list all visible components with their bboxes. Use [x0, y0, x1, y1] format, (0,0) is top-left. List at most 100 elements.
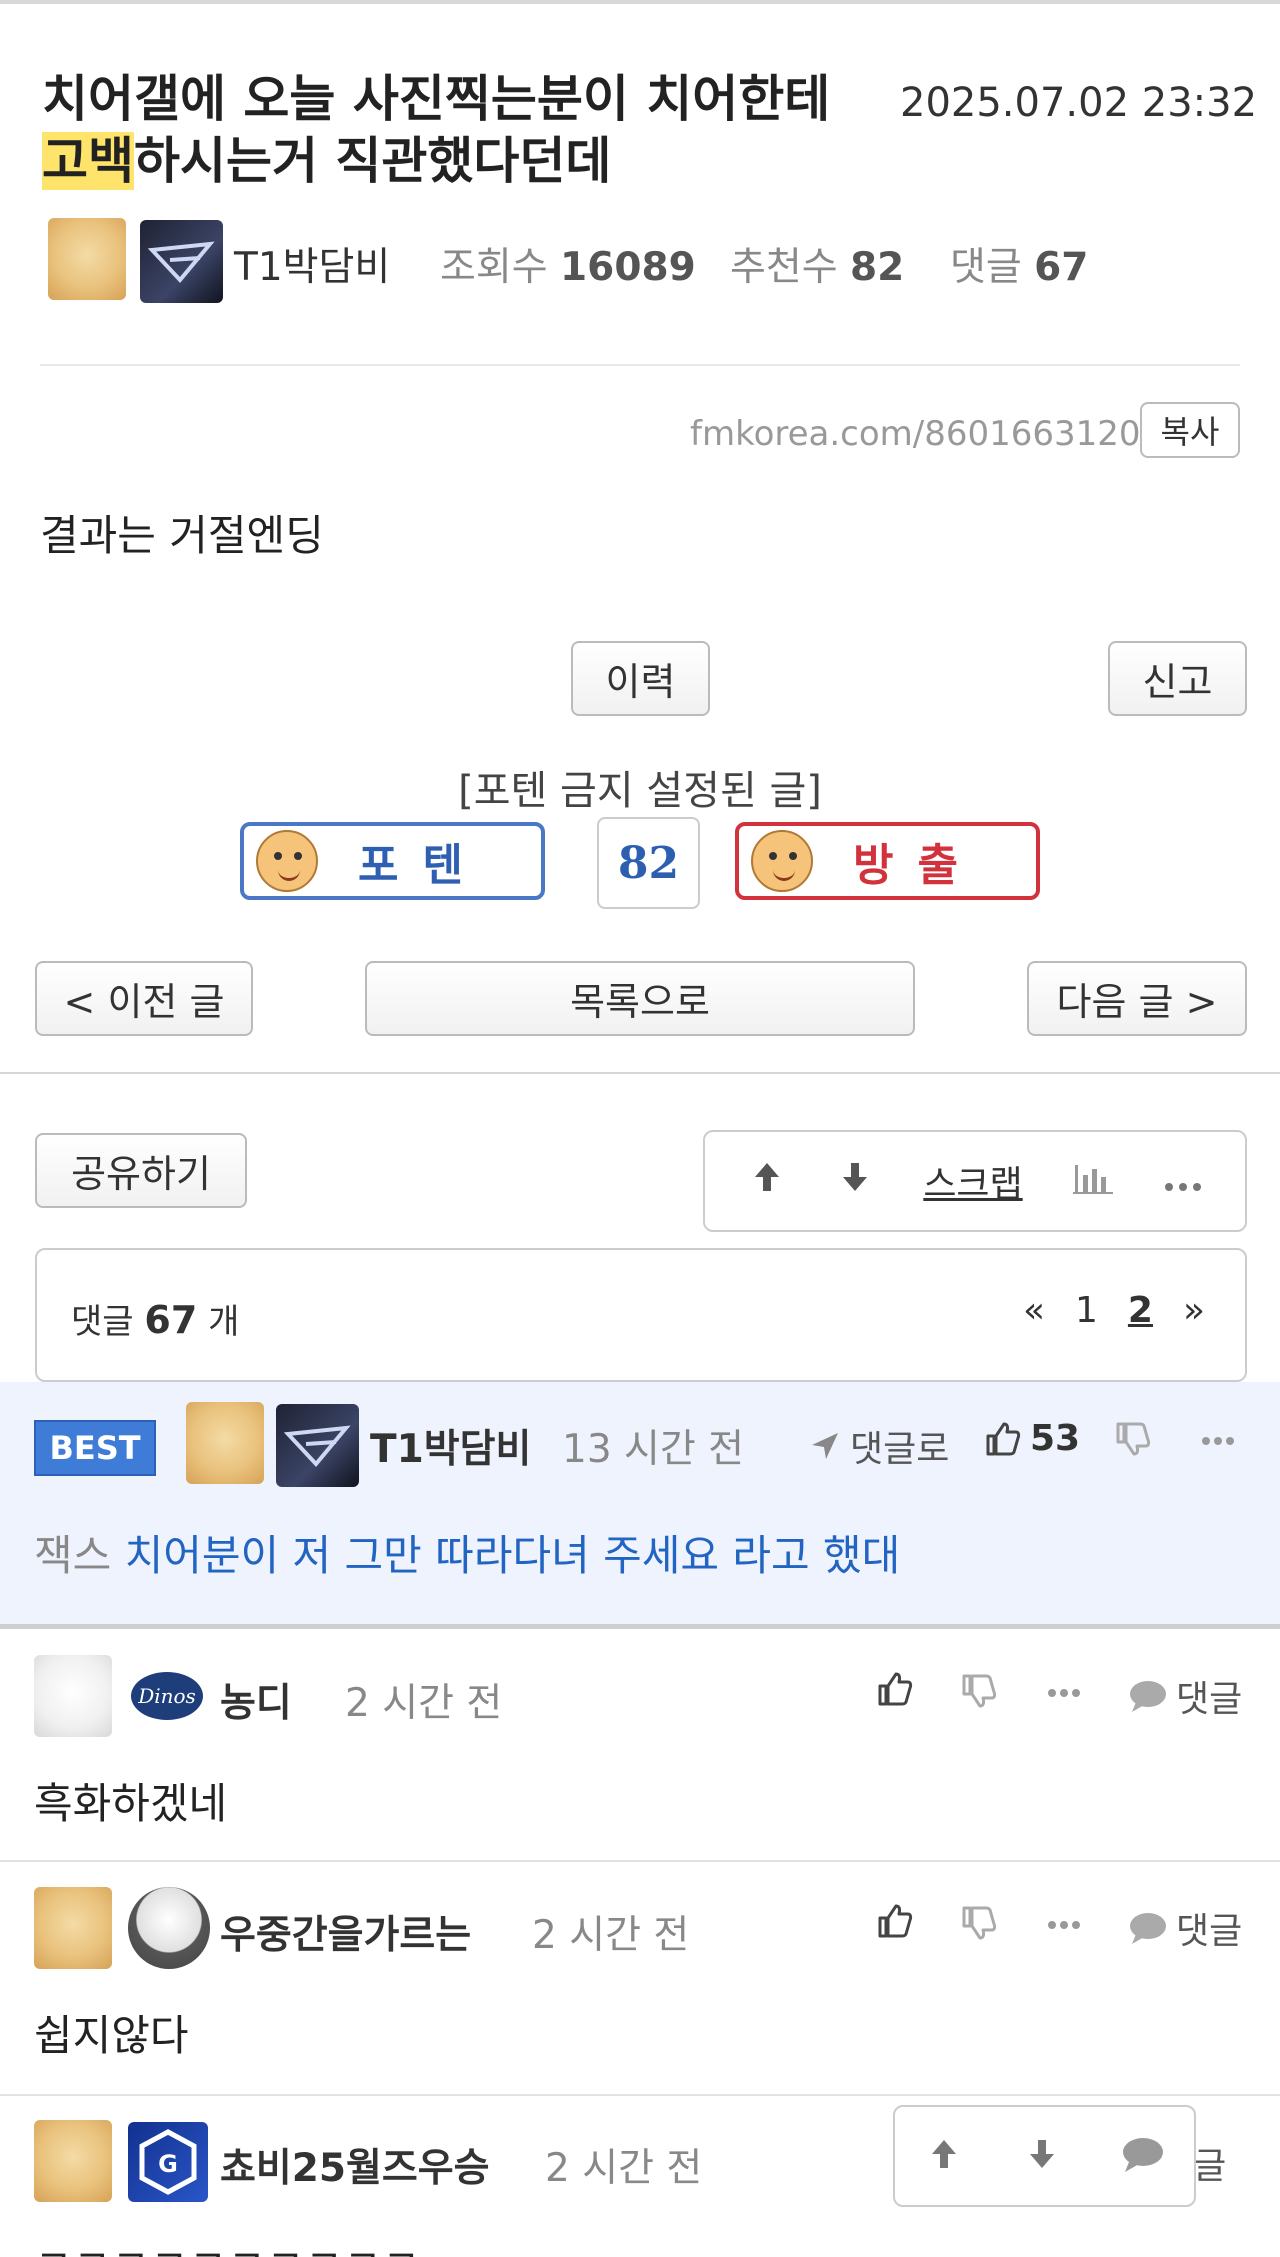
comments-label: 댓글 — [950, 245, 1022, 290]
comment-avatar[interactable] — [34, 1655, 112, 1737]
author-avatar[interactable] — [48, 218, 126, 300]
comment-time: 2 시간 전 — [545, 2146, 703, 2191]
best-badge: BEST — [34, 1420, 156, 1476]
best-divider — [0, 1624, 1280, 1629]
comment-author[interactable]: 농디 — [220, 1672, 292, 1728]
comment-time: 2 시간 전 — [345, 1681, 503, 1726]
vote-up-label: 포텐 — [358, 840, 487, 891]
best-comment-text: 잭스 치어분이 저 그만 따라다녀 주세요 라고 했대 — [34, 1522, 900, 1583]
svg-text:Dinos: Dinos — [137, 1684, 196, 1708]
best-comment-author[interactable]: T1박담비 — [370, 1418, 531, 1474]
recommend-count: 82 — [850, 245, 905, 290]
next-post-button[interactable]: 다음 글 > — [1027, 961, 1247, 1036]
comment-author[interactable]: 우중간을가르는 — [220, 1904, 471, 1960]
reply-to-comment-button[interactable]: 댓글로 — [808, 1420, 949, 1472]
list-button[interactable]: 목록으로 — [365, 961, 915, 1036]
title-line2: 하시는거 직관했다던데 — [134, 132, 612, 190]
thumbs-up-face-icon — [256, 830, 318, 892]
recommend-label: 추천수 — [730, 245, 838, 290]
team-emblem-icon — [140, 220, 223, 303]
best-comment-body: 치어분이 저 그만 따라다녀 주세요 라고 했대 — [124, 1531, 901, 1580]
speech-bubble-icon — [1130, 1681, 1166, 1712]
recommend-stat: 추천수 82 — [730, 236, 904, 292]
best-comment-time: 13 시간 전 — [562, 1427, 745, 1472]
title-highlight: 고백 — [42, 132, 134, 190]
team-emblem-icon: Dinos — [128, 1666, 206, 1726]
reply-label: 댓글로 — [850, 1429, 950, 1470]
comment-text: 흑화하겠네 — [34, 1779, 228, 1828]
more-options-icon[interactable] — [1200, 1432, 1236, 1451]
comment-time: 2 시간 전 — [532, 1913, 690, 1958]
comment-avatar[interactable] — [34, 1887, 112, 1969]
pager-last[interactable]: » — [1183, 1290, 1205, 1331]
reply-label: 댓글 — [1176, 1911, 1243, 1952]
best-like-count: 53 — [1030, 1418, 1081, 1459]
thumbs-down-face-icon — [751, 830, 813, 892]
scroll-down-icon[interactable] — [1022, 2134, 1062, 2178]
history-button[interactable]: 이력 — [571, 641, 710, 716]
reply-button[interactable]: 댓글 — [1128, 1670, 1242, 1722]
arrow-down-icon[interactable] — [835, 1157, 875, 1206]
report-button[interactable]: 신고 — [1108, 641, 1247, 716]
reply-label: 댓글 — [1176, 1679, 1243, 1720]
comment-text: ㅋㅋㅋㅋㅋㅋㅋㅋㅋㅋ — [34, 2232, 420, 2257]
more-options-icon[interactable] — [1046, 1916, 1082, 1935]
comment-author[interactable]: 쵸비25월즈우승 — [220, 2137, 490, 2193]
vote-up-button[interactable]: 포텐 — [240, 822, 545, 900]
pager-page-1[interactable]: 1 — [1075, 1290, 1098, 1331]
pager-page-2[interactable]: 2 — [1128, 1290, 1153, 1331]
best-like-button[interactable]: 53 — [984, 1418, 1080, 1459]
thumbs-down-icon[interactable] — [960, 1672, 998, 1714]
post-url[interactable]: fmkorea.com/8601663120 — [690, 414, 1141, 454]
arrow-up-icon[interactable] — [747, 1157, 787, 1206]
svg-text:G: G — [158, 2150, 178, 2178]
comment-avatar[interactable] — [34, 2120, 112, 2202]
reply-button[interactable]: 댓글 — [1128, 1902, 1242, 1954]
views-count: 16089 — [560, 245, 696, 290]
divider — [40, 364, 1240, 366]
pager-first[interactable]: « — [1023, 1290, 1045, 1331]
thumbs-down-icon[interactable] — [1114, 1420, 1152, 1462]
best-comment-avatar[interactable] — [186, 1402, 264, 1484]
comments-count: 67 — [1034, 245, 1089, 290]
vote-down-button[interactable]: 방출 — [735, 822, 1040, 900]
post-body: 결과는 거절엔딩 — [40, 511, 324, 560]
views-stat: 조회수 16089 — [440, 236, 696, 292]
vote-count: 82 — [597, 817, 700, 909]
thumbs-up-icon — [986, 1422, 1021, 1455]
potten-ban-notice: [포텐 금지 설정된 글] — [458, 768, 822, 814]
team-emblem-icon — [128, 1887, 210, 1969]
title-line1: 치어갤에 오늘 사진찍는분이 치어한테 — [42, 70, 831, 128]
send-arrow-icon — [812, 1433, 838, 1459]
scrap-button[interactable]: 스크랩 — [923, 1155, 1022, 1207]
post-toolbox: 스크랩 — [703, 1130, 1247, 1232]
speech-bubble-icon[interactable] — [1121, 2134, 1165, 2178]
scroll-up-icon[interactable] — [924, 2134, 964, 2178]
thumbs-up-icon[interactable] — [876, 1670, 914, 1712]
comment-text: 쉽지않다 — [34, 2011, 189, 2060]
comment-count-unit: 개 — [208, 1302, 240, 1342]
more-options-icon[interactable] — [1163, 1161, 1203, 1202]
vote-down-label: 방출 — [853, 840, 982, 891]
team-emblem-icon: G — [128, 2122, 208, 2202]
author-name[interactable]: T1박담비 — [234, 236, 390, 292]
best-comment-prefix: 잭스 — [34, 1531, 112, 1580]
thumbs-down-icon[interactable] — [960, 1904, 998, 1946]
thumbs-up-icon[interactable] — [876, 1902, 914, 1944]
prev-post-button[interactable]: < 이전 글 — [35, 961, 253, 1036]
top-border — [0, 0, 1280, 4]
comment-header: 댓글 67 개 « 1 2 » — [35, 1248, 1247, 1382]
stats-chart-icon[interactable] — [1071, 1157, 1115, 1206]
post-datetime: 2025.07.02 23:32 — [900, 80, 1258, 126]
comment-divider — [0, 2094, 1280, 2096]
post-title: 치어갤에 오늘 사진찍는분이 치어한테 고백하시는거 직관했다던데 — [42, 68, 892, 192]
copy-url-button[interactable]: 복사 — [1140, 402, 1240, 458]
comment-count-value: 67 — [144, 1298, 198, 1342]
share-button[interactable]: 공유하기 — [35, 1133, 247, 1208]
comment-count-label: 댓글 — [71, 1302, 134, 1342]
more-options-icon[interactable] — [1046, 1684, 1082, 1703]
floating-scroll-bar — [893, 2105, 1196, 2207]
section-divider — [0, 1072, 1280, 1074]
comment-count: 댓글 67 개 — [71, 1294, 239, 1343]
team-emblem-icon — [276, 1404, 359, 1487]
